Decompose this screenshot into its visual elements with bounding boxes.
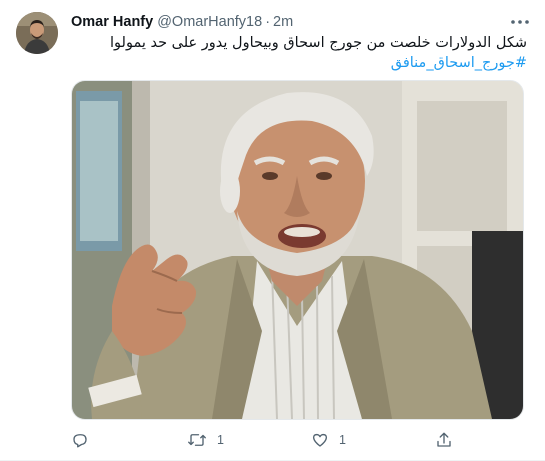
- tweet-media-photo[interactable]: [71, 80, 524, 420]
- avatar[interactable]: [16, 12, 58, 54]
- tweet-actions: 1 1: [71, 430, 524, 450]
- retweet-count: 1: [217, 433, 224, 447]
- tweet-timestamp[interactable]: 2m: [273, 14, 293, 30]
- share-button[interactable]: [435, 430, 453, 450]
- like-count: 1: [339, 433, 346, 447]
- share-icon: [435, 431, 453, 449]
- tweet-text: شكل الدولارات خلصت من جورج اسحاق وبيحاول…: [71, 33, 527, 73]
- tweet-header: Omar Hanfy @OmarHanfy18 · 2m: [71, 13, 293, 31]
- separator-dot: ·: [265, 14, 271, 30]
- more-icon[interactable]: [509, 12, 531, 32]
- like-button[interactable]: 1: [311, 430, 346, 450]
- retweet-icon: [187, 431, 207, 449]
- hashtag-link[interactable]: #جورج_اسحاق_منافق: [71, 53, 527, 73]
- retweet-button[interactable]: 1: [187, 430, 224, 450]
- tweet[interactable]: Omar Hanfy @OmarHanfy18 · 2m شكل الدولارات …: [0, 0, 545, 461]
- like-icon: [311, 431, 329, 449]
- tweet-text-line: شكل الدولارات خلصت من جورج اسحاق وبيحاول…: [110, 35, 527, 51]
- reply-icon: [71, 431, 89, 449]
- author-handle[interactable]: @OmarHanfy18: [157, 14, 262, 30]
- reply-button[interactable]: [71, 430, 99, 450]
- author-display-name[interactable]: Omar Hanfy: [71, 14, 153, 30]
